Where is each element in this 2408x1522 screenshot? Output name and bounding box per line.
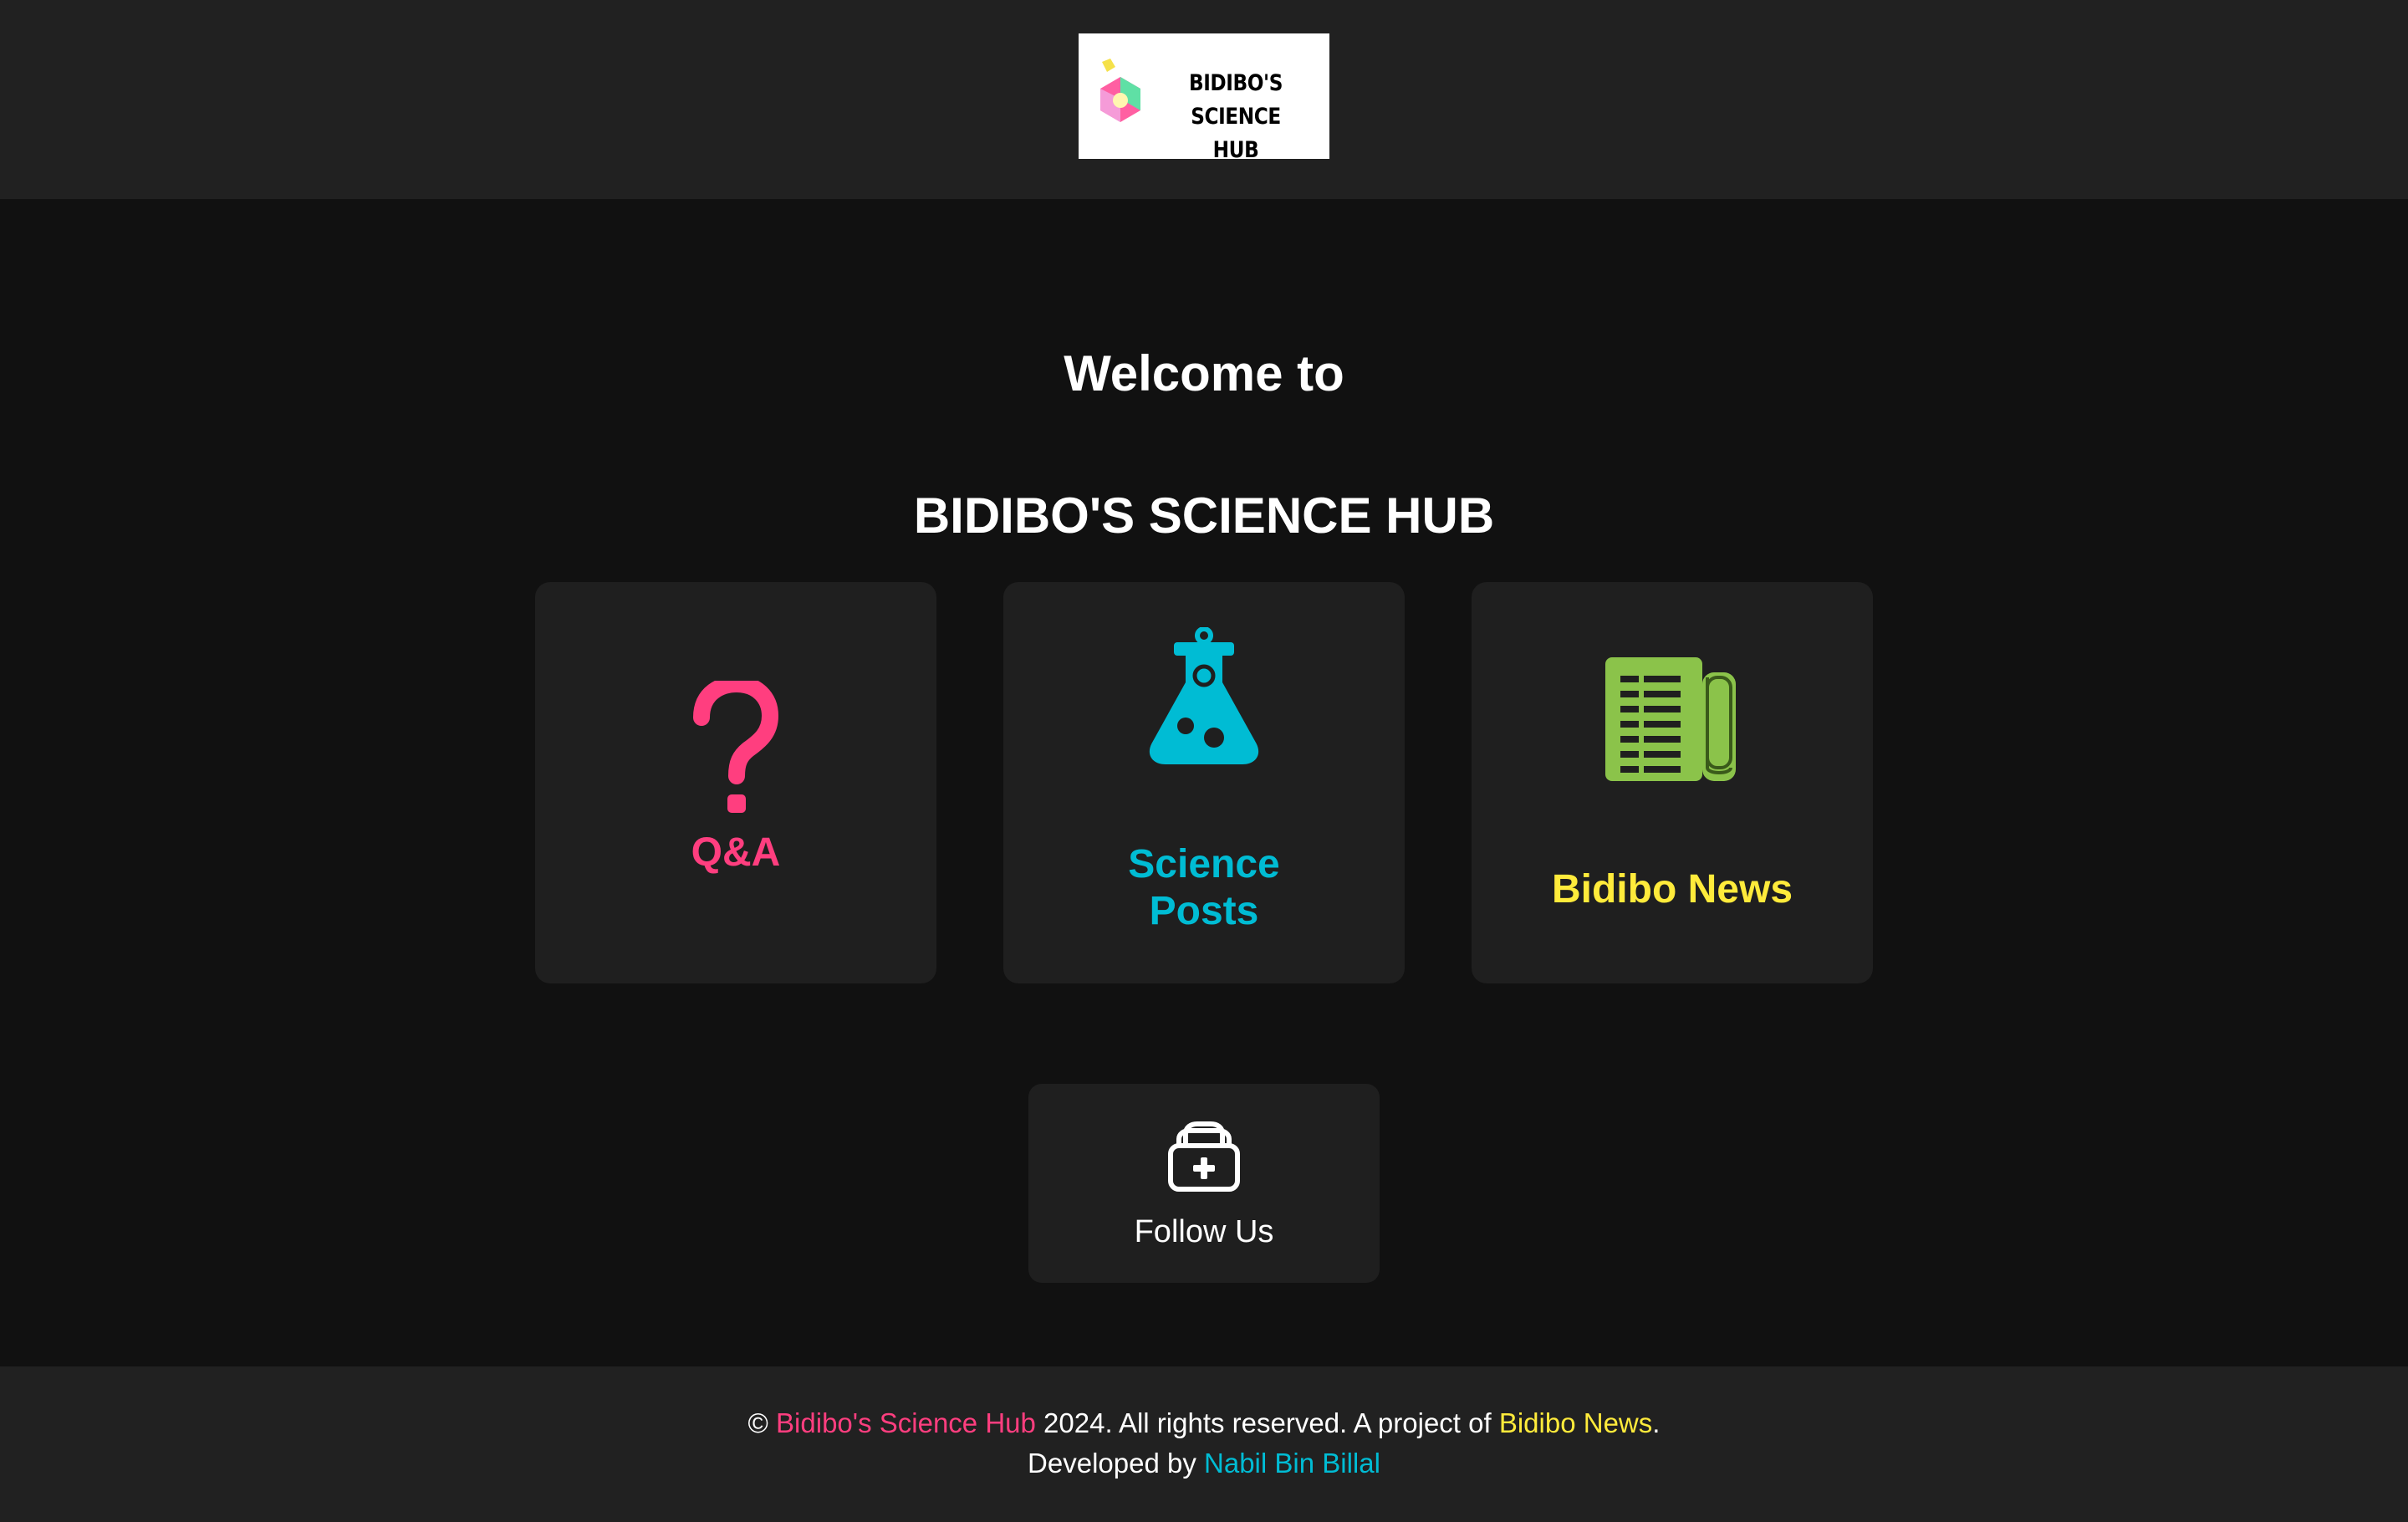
footer-rights-text: 2024. All rights reserved. A project of [1043,1407,1492,1438]
medical-bag-icon [1168,1121,1240,1192]
science-posts-card[interactable]: Science Posts [1003,582,1405,983]
footer-period: . [1652,1407,1661,1438]
qa-card[interactable]: Q&A [535,582,936,983]
science-posts-label: Science Posts [1003,841,1405,935]
footer-developed-by: Developed by [1028,1448,1196,1479]
follow-us-button[interactable]: Follow Us [1028,1084,1380,1283]
hub-title: BIDIBO'S SCIENCE HUB [913,488,1495,544]
welcome-heading: Welcome to [1064,345,1344,401]
hexagon-logo-icon [1100,59,1140,122]
question-mark-icon [693,681,779,813]
footer-project-link[interactable]: Bidibo News [1499,1407,1652,1438]
bidibo-news-label: Bidibo News [1551,867,1793,912]
science-posts-label-line2: Posts [1149,889,1259,933]
footer-site-link[interactable]: Bidibo's Science Hub [776,1407,1036,1438]
site-logo[interactable]: BIDIBO'S SCIENCE HUB [1079,33,1329,163]
flask-icon [1149,627,1259,764]
newspaper-icon [1605,657,1736,781]
copyright-symbol: © [747,1407,768,1438]
science-posts-label-line1: Science [1128,842,1280,886]
bidibo-news-card[interactable]: Bidibo News [1472,582,1873,983]
logo-text-line2: HUB [1212,137,1259,163]
logo-text-line1: BIDIBO'S SCIENCE [1188,70,1283,130]
follow-us-label: Follow Us [1134,1214,1274,1249]
footer-developer-line: Developed by Nabil Bin Billal [0,1443,2408,1484]
footer-developer-link[interactable]: Nabil Bin Billal [1204,1448,1380,1479]
qa-card-label: Q&A [691,830,781,875]
footer-copyright-line: © Bidibo's Science Hub 2024. All rights … [0,1403,2408,1443]
site-footer: © Bidibo's Science Hub 2024. All rights … [0,1366,2408,1522]
site-header: BIDIBO'S SCIENCE HUB [0,0,2408,199]
logo-text: BIDIBO'S SCIENCE HUB [1164,67,1308,167]
